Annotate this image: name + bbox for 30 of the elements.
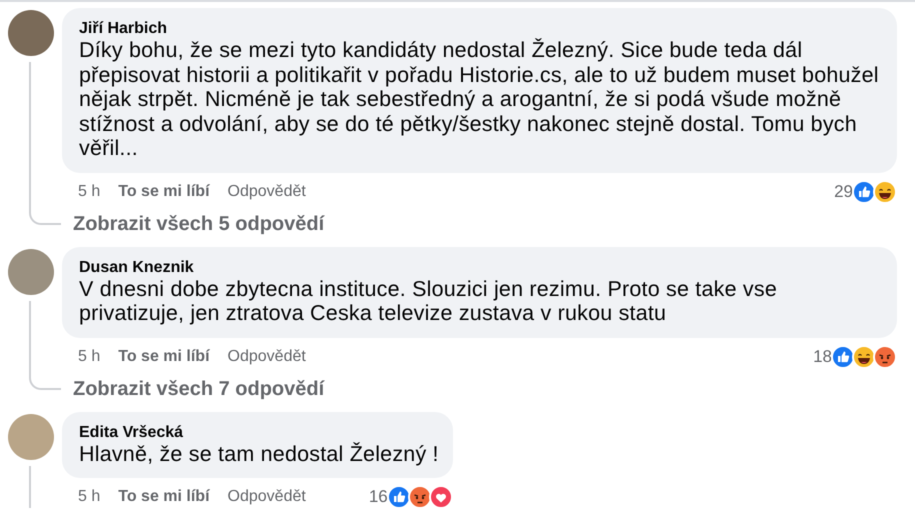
author-name[interactable]: Edita Vršecká: [79, 422, 439, 442]
like-action[interactable]: To se mi líbí: [118, 182, 210, 200]
timestamp[interactable]: 5 h: [78, 488, 100, 506]
angry-face-icon: [873, 344, 897, 368]
reply-action[interactable]: Odpovědět: [228, 348, 306, 366]
thumbs-up-icon: [831, 344, 855, 368]
comment-text: V dnesni dobe zbytecna instituce. Slouzici jen rezimu. Proto se take vse privatizuje, jen ztratova Ceska televize zustava v rukou statu: [79, 276, 778, 326]
avatar[interactable]: [8, 414, 54, 460]
view-replies-link[interactable]: Zobrazit všech 7 odpovědí: [73, 378, 324, 400]
reply-action[interactable]: Odpovědět: [228, 182, 306, 200]
reply-action[interactable]: Odpovědět: [228, 488, 306, 506]
reaction-count[interactable]: 29: [834, 182, 853, 202]
author-name[interactable]: Dusan Kneznik: [79, 258, 883, 276]
angry-face-icon: [408, 485, 432, 509]
comment-text: Hlavně, že se tam nedostal Železný !: [79, 442, 439, 466]
timestamp[interactable]: 5 h: [78, 348, 100, 366]
timestamp[interactable]: 5 h: [78, 182, 100, 200]
view-replies-link[interactable]: Zobrazit všech 5 odpovědí: [73, 212, 324, 234]
laughing-face-icon: [852, 344, 876, 368]
comment-text: Díky bohu, že se mezi tyto kandidáty nedostal Železný. Sice bude teda dál přepisovat historii a politikařit v pořadu Historie.cs, ale to už budem muset bohužel nějak strpět. Nicméně je tak sebestředný a arogantní, že si podá všude možně stížnost a odvolání, aby se do té pětky/šestky nakonec stejně dostal. Tomu bych věřil...: [79, 38, 880, 160]
author-name[interactable]: Jiří Harbich: [79, 19, 883, 38]
avatar[interactable]: [8, 10, 54, 56]
thumbs-up-icon: [852, 180, 876, 204]
avatar[interactable]: [8, 248, 54, 294]
thumbs-up-icon: [386, 485, 411, 509]
reaction-count[interactable]: 16: [368, 487, 388, 507]
like-action[interactable]: To se mi líbí: [118, 488, 210, 506]
laughing-face-icon: [873, 180, 897, 204]
reaction-count[interactable]: 18: [813, 346, 832, 366]
like-action[interactable]: To se mi líbí: [118, 348, 210, 366]
